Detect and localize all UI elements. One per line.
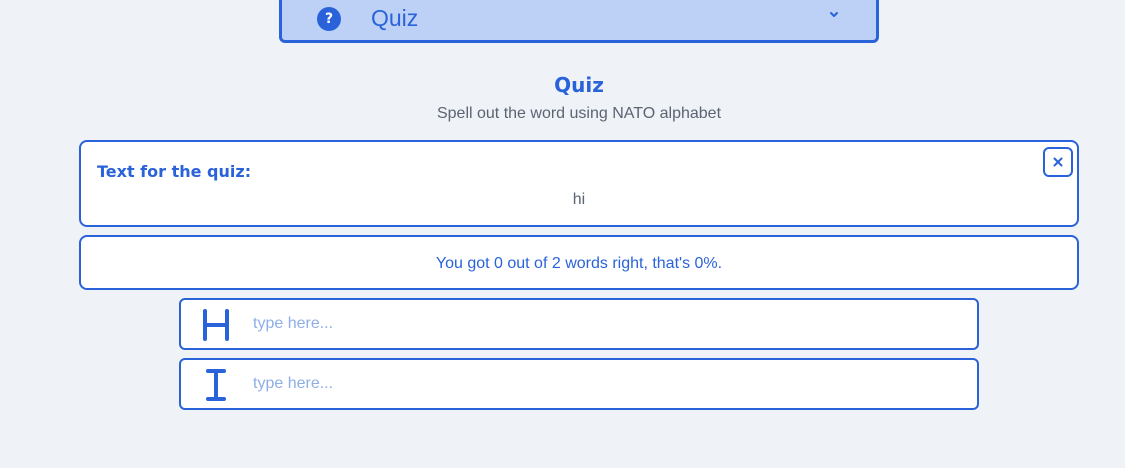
page-subtitle: Spell out the word using NATO alphabet [436,105,722,122]
chevron-down-icon [830,12,838,17]
letter-h-glyph [203,309,229,341]
quiz-text-label: Text for the quiz: [97,162,252,181]
letter-i-glyph [206,369,226,401]
mode-select-label: Quiz [371,5,419,31]
close-button[interactable] [1043,147,1073,177]
mode-select-dropdown[interactable]: ? Quiz [279,0,879,43]
page-title: Quiz [554,73,604,97]
score-text: You got 0 out of 2 words right, that's 0… [435,255,723,272]
quiz-text-value: hi [572,191,586,208]
close-icon [1053,157,1063,167]
quiz-text-card: Text for the quiz: hi [79,140,1079,227]
answer-input-h[interactable] [253,310,953,338]
answer-row-h [179,298,979,350]
answer-row-i [179,358,979,410]
score-card: You got 0 out of 2 words right, that's 0… [79,235,1079,290]
answer-input-i[interactable] [253,370,953,398]
question-circle-icon: ? [317,7,341,31]
